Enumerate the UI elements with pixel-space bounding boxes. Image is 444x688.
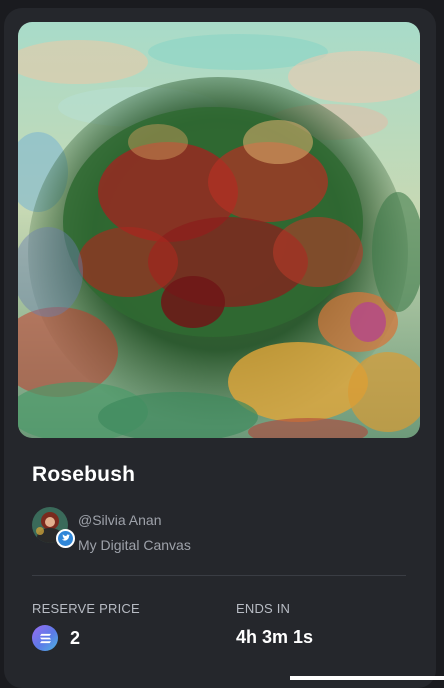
collection-name[interactable]: My Digital Canvas [78,537,191,553]
footer-strip [290,676,444,680]
creator-info[interactable]: @Silvia Anan My Digital Canvas [32,506,412,553]
nft-title: Rosebush [32,463,136,486]
reserve-price-label: RESERVE PRICE [32,601,140,616]
divider [32,575,406,576]
creator-handle[interactable]: @Silvia Anan [78,512,161,528]
auction-card[interactable]: Rosebush @Silvia Anan My Digital Canvas … [4,8,436,688]
twitter-bird-icon [56,529,75,548]
countdown-timer: 4h 3m 1s [236,627,314,647]
solana-icon [32,625,58,651]
reserve-price-value: 2 [70,627,81,648]
ends-in-label: ENDS IN [236,601,291,616]
reserve-price: 2 [32,625,80,651]
artwork-image[interactable] [18,22,420,438]
